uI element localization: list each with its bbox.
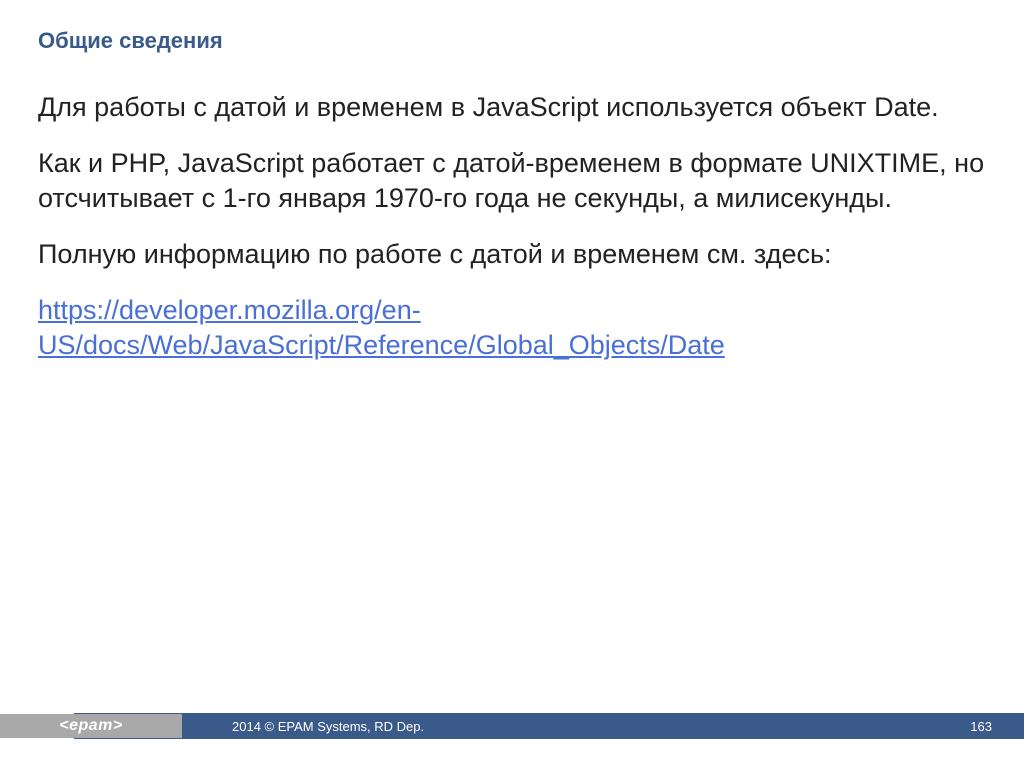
paragraph-1: Для работы с датой и временем в JavaScri… — [38, 90, 986, 126]
mdn-date-link[interactable]: https://developer.mozilla.org/en-US/docs… — [38, 295, 725, 361]
slide: Общие сведения Для работы с датой и врем… — [0, 0, 1024, 767]
slide-body: Для работы с датой и временем в JavaScri… — [38, 90, 986, 364]
footer: 2014 © EPAM Systems, RD Dep. 163 <epam> — [0, 713, 1024, 739]
footer-bar: 2014 © EPAM Systems, RD Dep. 163 — [74, 713, 1024, 739]
epam-logo: <epam> — [59, 717, 122, 735]
paragraph-3: Полную информацию по работе с датой и вр… — [38, 237, 986, 273]
page-number: 163 — [970, 719, 992, 734]
copyright-text: 2014 © EPAM Systems, RD Dep. — [232, 719, 424, 734]
logo-box: <epam> — [0, 714, 182, 738]
link-paragraph: https://developer.mozilla.org/en-US/docs… — [38, 293, 986, 364]
slide-title: Общие сведения — [38, 28, 986, 54]
paragraph-2: Как и PHP, JavaScript работает с датой-в… — [38, 146, 986, 217]
